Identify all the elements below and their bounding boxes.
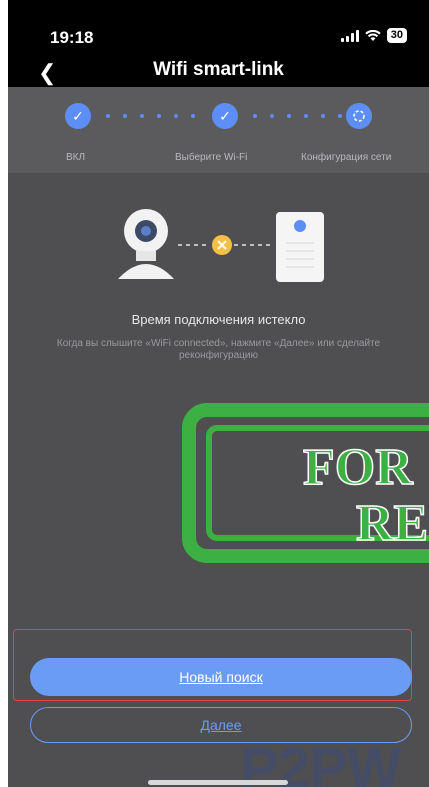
step-dot (123, 114, 127, 118)
step-dot (287, 114, 291, 118)
battery-icon: 30 (386, 28, 407, 43)
step-dot (191, 114, 195, 118)
camera-router-illustration (118, 209, 324, 282)
error-x-icon (212, 235, 232, 255)
signal-icon (340, 29, 359, 42)
step-dot (270, 114, 274, 118)
home-indicator (148, 780, 288, 785)
timeout-instructions: Когда вы слышите «WiFi connected», нажми… (56, 338, 381, 361)
step-dot (253, 114, 257, 118)
phone-screen: 19:18 30 ❮ Wifi smart-link ✓ ✓ ВКЛ Выбер… (8, 0, 429, 787)
step-dot (304, 114, 308, 118)
status-icons: 30 (340, 28, 407, 43)
step-dot (321, 114, 325, 118)
svg-text:RE: RE (356, 495, 428, 552)
new-search-button[interactable]: Новый поиск (30, 658, 412, 696)
router-icon (276, 212, 324, 282)
step-dot (157, 114, 161, 118)
step-indicator: ✓ ✓ ВКЛ Выберите Wi-Fi Конфигурация сети (8, 87, 429, 173)
step-dot (140, 114, 144, 118)
step-1-check-icon: ✓ (65, 103, 91, 129)
step-dot (174, 114, 178, 118)
step-2-check-icon: ✓ (212, 103, 238, 129)
nav-bar: ❮ Wifi smart-link (8, 59, 429, 87)
step-dot (338, 114, 342, 118)
step-label: Конфигурация сети (301, 152, 392, 163)
svg-text:FOR: FOR (303, 439, 414, 496)
camera-icon (118, 209, 174, 279)
wifi-icon (365, 29, 381, 41)
timeout-title: Время подключения истекло (131, 312, 306, 327)
step-3-loading-icon (346, 103, 372, 129)
step-label: Выберите Wi-Fi (175, 152, 248, 163)
stamp-watermark: FOR RE (182, 403, 429, 563)
status-bar: 19:18 30 (8, 0, 429, 62)
status-time: 19:18 (50, 28, 94, 47)
step-label: ВКЛ (66, 152, 86, 163)
page-title: Wifi smart-link (153, 59, 284, 80)
step-dot (106, 114, 110, 118)
